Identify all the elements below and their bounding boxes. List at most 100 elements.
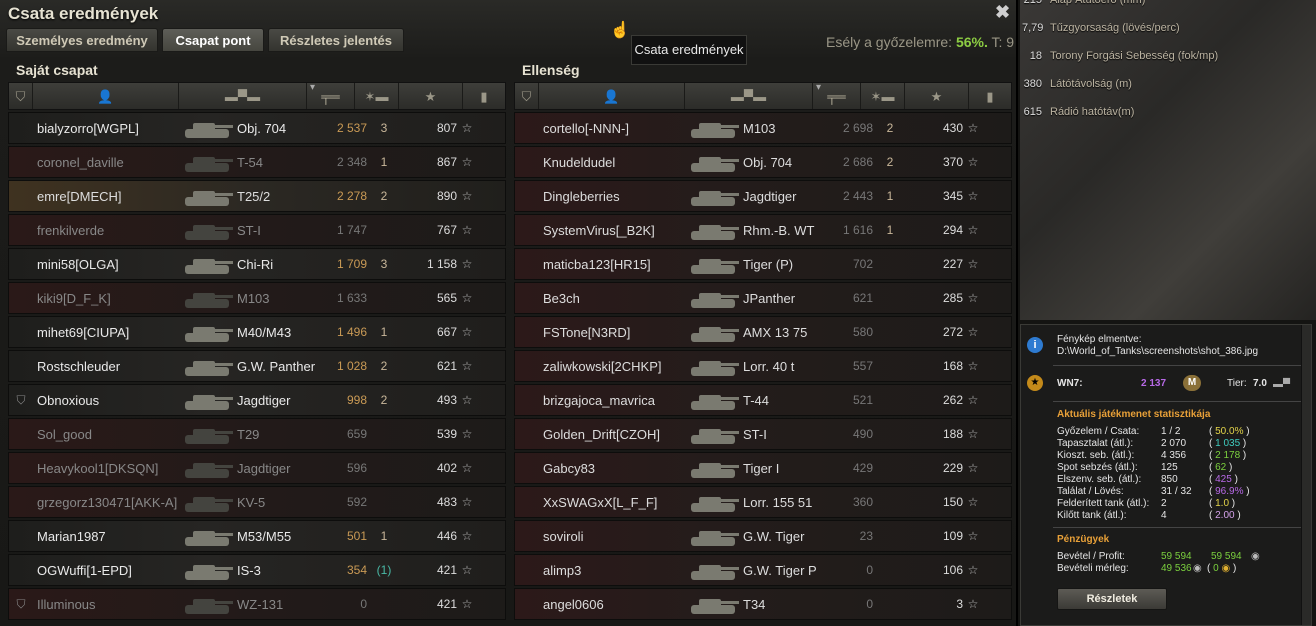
tank-icon bbox=[179, 148, 235, 176]
player-col-icon[interactable]: 👤 bbox=[33, 83, 179, 109]
ally-player-row[interactable]: mini58[OLGA] Chi-Ri 1 709 3 1 158 ☆ bbox=[8, 248, 506, 280]
ally-player-row[interactable]: grzegorz130471[AKK-A] KV-5 592 483 ☆ bbox=[8, 486, 506, 518]
stat-value: 125 bbox=[1161, 462, 1178, 473]
kills-value: 3 bbox=[380, 257, 388, 271]
ally-player-row[interactable]: Heavykool1[DKSQN] Jagdtiger 596 402 ☆ bbox=[8, 452, 506, 484]
ally-player-row[interactable]: Marian1987 M53/M55 501 1 446 ☆ bbox=[8, 520, 506, 552]
ally-player-row[interactable]: ⛉ Obnoxious Jagdtiger 998 2 493 ☆ bbox=[8, 384, 506, 416]
tab-personal-results[interactable]: Személyes eredmény bbox=[6, 28, 158, 52]
scrollbar[interactable] bbox=[1301, 325, 1311, 625]
xp-value: 421 bbox=[436, 597, 457, 611]
tank-stat-label: Látótávolság (m) bbox=[1050, 78, 1132, 90]
divider bbox=[1053, 365, 1301, 366]
tank-stat-line: 7,79 Tűzgyorsaság (lövés/perc) bbox=[1022, 22, 1180, 34]
ally-player-row[interactable]: emre[DMECH] T25/2 2 278 2 890 ☆ bbox=[8, 180, 506, 212]
enemy-player-row[interactable]: zaliwkowski[2CHKP] Lorr. 40 t 557 168 ☆ bbox=[514, 350, 1012, 382]
tank-name: T34 bbox=[743, 596, 766, 612]
enemy-player-row[interactable]: alimp3 G.W. Tiger P 0 106 ☆ bbox=[514, 554, 1012, 586]
tank-col-icon[interactable]: ▬▀▬ bbox=[179, 83, 307, 109]
ally-player-row[interactable]: OGWuffi[1-EPD] IS-3 354 (1) 421 ☆ bbox=[8, 554, 506, 586]
tank-icon bbox=[685, 250, 741, 278]
ally-player-row[interactable]: coronel_daville T-54 2 348 1 867 ☆ bbox=[8, 146, 506, 178]
ally-player-row[interactable]: Sol_good T29 659 539 ☆ bbox=[8, 418, 506, 450]
mastery-badge-icon: M bbox=[1183, 375, 1201, 391]
xp-value: 446 bbox=[436, 529, 457, 543]
enemy-player-row[interactable]: angel0606 T34 0 3 ☆ bbox=[514, 588, 1012, 620]
tank-name: G.W. Panther bbox=[237, 358, 316, 374]
enemy-player-row[interactable]: Gabcy83 Tiger I 429 229 ☆ bbox=[514, 452, 1012, 484]
ally-player-row[interactable]: Rostschleuder G.W. Panther 1 028 2 621 ☆ bbox=[8, 350, 506, 382]
kills-value: 2 bbox=[886, 155, 894, 169]
tank-name: JPanther bbox=[743, 290, 796, 306]
session-title: Aktuális játékmenet statisztikája bbox=[1057, 409, 1211, 420]
kills-value: 2 bbox=[380, 359, 388, 373]
ally-player-row[interactable]: bialyzorro[WGPL] Obj. 704 2 537 3 807 ☆ bbox=[8, 112, 506, 144]
close-icon[interactable]: ✖ bbox=[995, 2, 1010, 23]
ally-player-row[interactable]: mihet69[CIUPA] M40/M43 1 496 1 667 ☆ bbox=[8, 316, 506, 348]
xp-value: 1 158 bbox=[426, 257, 457, 271]
xp-value: 807 bbox=[436, 121, 457, 135]
star-icon: ☆ bbox=[461, 359, 473, 373]
damage-value: 429 bbox=[852, 461, 873, 475]
enemy-player-row[interactable]: maticba123[HR15] Tiger (P) 702 227 ☆ bbox=[514, 248, 1012, 280]
xp-value: 370 bbox=[942, 155, 963, 169]
star-icon: ☆ bbox=[967, 223, 979, 237]
stat-label: Spot sebzés (átl.): bbox=[1057, 462, 1138, 473]
squad-col-icon[interactable]: ⛉ bbox=[9, 83, 33, 109]
star-icon: ☆ bbox=[967, 393, 979, 407]
damage-value: 501 bbox=[346, 529, 367, 543]
tank-stat-label: Tűzgyorsaság (lövés/perc) bbox=[1050, 22, 1180, 34]
enemy-player-row[interactable]: Dingleberries Jagdtiger 2 443 1 345 ☆ bbox=[514, 180, 1012, 212]
ally-player-row[interactable]: kiki9[D_F_K] M103 1 633 565 ☆ bbox=[8, 282, 506, 314]
tank-stat-line: 615 Rádió hatótáv(m) bbox=[1022, 106, 1135, 118]
enemy-player-row[interactable]: XxSWAGxX[L_F_F] Lorr. 155 51 360 150 ☆ bbox=[514, 486, 1012, 518]
tank-icon: ▬▀ bbox=[1273, 379, 1291, 390]
xp-col-icon[interactable]: ★ bbox=[905, 83, 969, 109]
stat-average: ( 50.0% ) bbox=[1209, 426, 1250, 437]
tank-icon bbox=[179, 318, 235, 346]
tab-team-score[interactable]: Csapat pont bbox=[162, 28, 264, 52]
enemy-player-row[interactable]: Knudeldudel Obj. 704 2 686 2 370 ☆ bbox=[514, 146, 1012, 178]
damage-value: 659 bbox=[346, 427, 367, 441]
details-button[interactable]: Részletek bbox=[1057, 588, 1167, 610]
tab-detailed-report[interactable]: Részletes jelentés bbox=[268, 28, 404, 52]
enemy-player-row[interactable]: Golden_Drift[CZOH] ST-I 490 188 ☆ bbox=[514, 418, 1012, 450]
ally-table-header: ⛉ 👤 ▬▀▬ ╤═ ✶▬ ★ ▮ bbox=[8, 74, 506, 110]
stat-value: 4 356 bbox=[1161, 450, 1187, 461]
player-name: Be3ch bbox=[543, 290, 580, 306]
tank-col-icon[interactable]: ▬▀▬ bbox=[685, 83, 813, 109]
enemy-player-row[interactable]: brizgajoca_mavrica T-44 521 262 ☆ bbox=[514, 384, 1012, 416]
ally-team-panel: Saját csapat ⛉ 👤 ▬▀▬ ╤═ ✶▬ ★ ▮ bialyzorr… bbox=[8, 58, 506, 620]
win-chance-pct: 56%. bbox=[955, 34, 988, 50]
session-stat-row: Győzelem / Csata: 1 / 2 ( 50.0% ) bbox=[1057, 426, 1269, 437]
profit-value: 59 594 bbox=[1211, 551, 1242, 562]
tank-icon bbox=[685, 284, 741, 312]
xp-col-icon[interactable]: ★ bbox=[399, 83, 463, 109]
medal-col-icon[interactable]: ▮ bbox=[969, 83, 1011, 109]
star-icon: ☆ bbox=[461, 155, 473, 169]
damage-value: 360 bbox=[852, 495, 873, 509]
tank-icon bbox=[685, 454, 741, 482]
damage-value: 0 bbox=[866, 563, 873, 577]
enemy-player-row[interactable]: SystemVirus[_B2K] Rhm.-B. WT 1 616 1 294 ☆ bbox=[514, 214, 1012, 246]
player-name: alimp3 bbox=[543, 562, 582, 578]
squad-col-icon[interactable]: ⛉ bbox=[515, 83, 539, 109]
enemy-player-row[interactable]: cortello[-NNN-] M103 2 698 2 430 ☆ bbox=[514, 112, 1012, 144]
damage-col-icon[interactable]: ╤═ bbox=[307, 74, 355, 109]
enemy-team-title: Ellenség bbox=[522, 62, 580, 78]
enemy-player-row[interactable]: FSTone[N3RD] AMX 13 75 580 272 ☆ bbox=[514, 316, 1012, 348]
star-icon: ☆ bbox=[967, 563, 979, 577]
enemy-player-row[interactable]: Be3ch JPanther 621 285 ☆ bbox=[514, 282, 1012, 314]
balance-value: 49 536 bbox=[1161, 563, 1192, 574]
kills-col-icon[interactable]: ✶▬ bbox=[861, 83, 905, 109]
player-col-icon[interactable]: 👤 bbox=[539, 83, 685, 109]
enemy-player-row[interactable]: soviroli G.W. Tiger 23 109 ☆ bbox=[514, 520, 1012, 552]
ally-player-row[interactable]: frenkilverde ST-I 1 747 767 ☆ bbox=[8, 214, 506, 246]
stat-average-value: 1.0 bbox=[1215, 498, 1230, 509]
kills-value: 2 bbox=[886, 121, 894, 135]
damage-col-icon[interactable]: ╤═ bbox=[813, 74, 861, 109]
medal-col-icon[interactable]: ▮ bbox=[463, 83, 505, 109]
tank-icon bbox=[685, 590, 741, 618]
kills-col-icon[interactable]: ✶▬ bbox=[355, 83, 399, 109]
ally-player-row[interactable]: ⛉ Illuminous WZ-131 0 421 ☆ bbox=[8, 588, 506, 620]
